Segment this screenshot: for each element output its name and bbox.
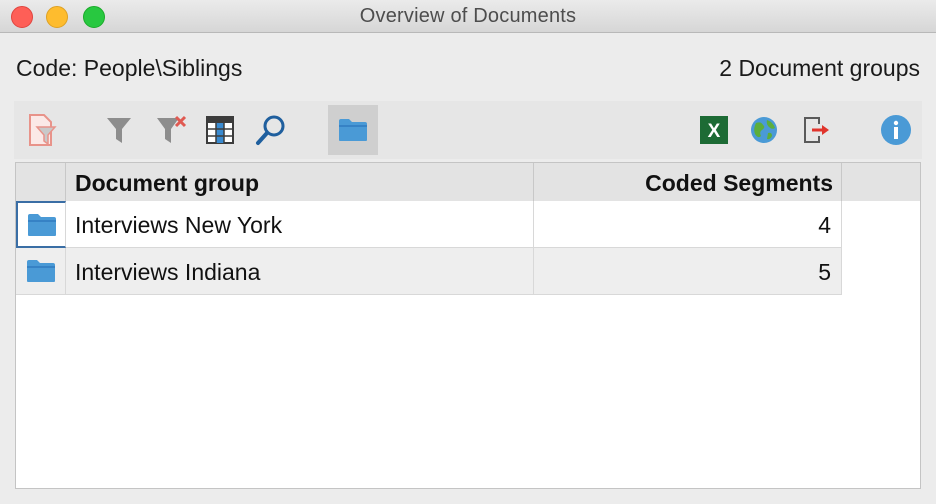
info-button[interactable] — [871, 105, 921, 155]
search-button[interactable] — [246, 105, 296, 155]
coded-segments-column-header[interactable]: Coded Segments — [534, 163, 842, 201]
row-icon-cell[interactable] — [16, 201, 66, 248]
window-title: Overview of Documents — [359, 5, 577, 27]
coded-segments-cell[interactable]: 5 — [534, 248, 842, 295]
filter-icon — [107, 118, 131, 143]
export-button[interactable] — [791, 105, 841, 155]
document-filter-button[interactable] — [17, 105, 67, 155]
column-chooser-button[interactable] — [195, 105, 245, 155]
info-row: Code: People\Siblings 2 Document groups — [16, 55, 920, 85]
overview-window: Overview of Documents Code: People\Sibli… — [0, 0, 936, 504]
toolbar: X — [14, 101, 922, 159]
document-group-column-header[interactable]: Document group — [66, 163, 534, 201]
title-bar[interactable]: Overview of Documents — [0, 0, 936, 33]
export-icon — [804, 117, 829, 143]
column-chooser-icon — [206, 116, 234, 144]
table-row[interactable]: Interviews New York 4 — [16, 201, 842, 248]
web-export-button[interactable] — [739, 105, 789, 155]
table-row[interactable]: Interviews Indiana 5 — [16, 248, 842, 295]
excel-export-button[interactable]: X — [689, 105, 739, 155]
document-group-cell[interactable]: Interviews Indiana — [66, 248, 534, 295]
folder-view-button[interactable] — [328, 105, 378, 155]
folder-icon — [27, 213, 56, 236]
document-group-cell[interactable]: Interviews New York — [66, 201, 534, 248]
document-groups-count: 2 Document groups — [719, 55, 920, 81]
svg-text:X: X — [708, 121, 721, 142]
row-icon-cell[interactable] — [16, 248, 66, 295]
web-export-icon — [751, 117, 777, 143]
excel-export-icon: X — [700, 116, 728, 144]
filter-button[interactable] — [94, 105, 144, 155]
folder-icon — [26, 260, 55, 282]
coded-segments-cell[interactable]: 4 — [534, 201, 842, 248]
document-filter-icon — [29, 114, 57, 146]
folder-view-icon — [339, 119, 367, 141]
info-icon — [881, 115, 911, 145]
search-icon — [256, 115, 285, 145]
clear-filter-icon — [157, 115, 187, 143]
document-groups-table: Document group Coded Segments Interviews… — [15, 162, 921, 489]
clear-filter-button[interactable] — [146, 105, 196, 155]
icon-column-header[interactable] — [16, 163, 66, 201]
code-label: Code: People\Siblings — [16, 55, 243, 81]
table-header: Document group Coded Segments — [16, 163, 920, 201]
